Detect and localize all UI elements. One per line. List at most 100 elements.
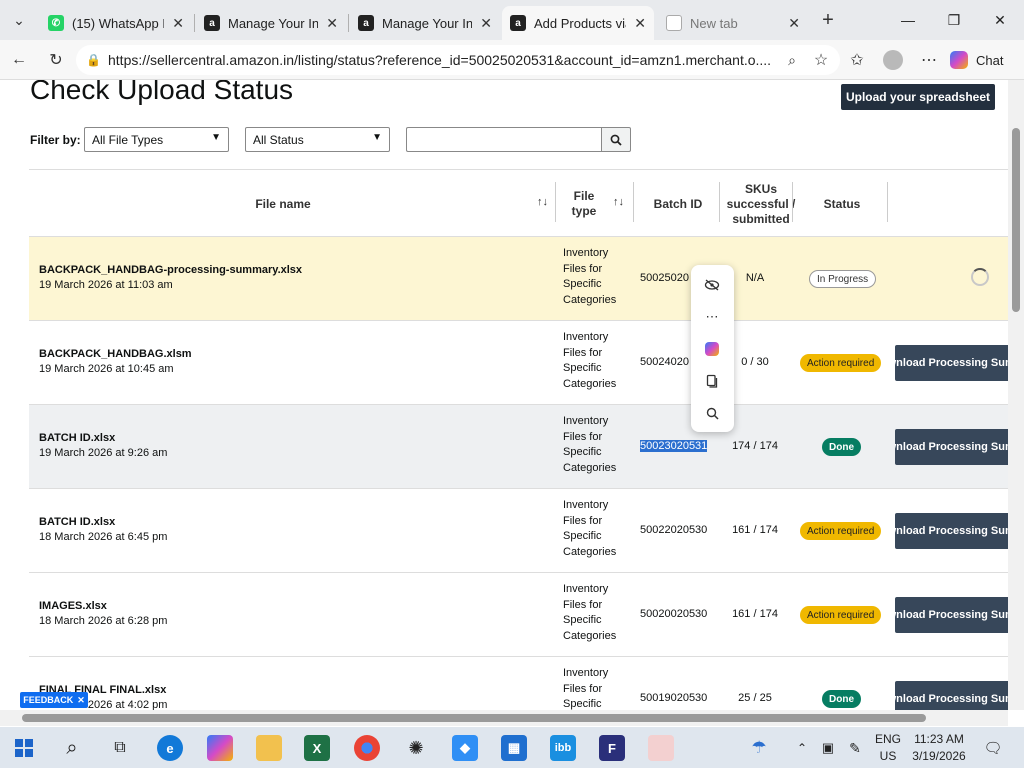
skus-count: 161 / 174 — [732, 608, 778, 620]
skus-count: N/A — [745, 272, 765, 284]
copilot-icon[interactable] — [701, 338, 723, 360]
search-icon[interactable] — [701, 402, 723, 424]
skus-count: 174 / 174 — [732, 440, 778, 452]
header-batch-id: Batch ID — [653, 196, 703, 211]
header-file-type[interactable]: File type — [561, 170, 607, 238]
url-field[interactable]: 🔒 https://sellercentral.amazon.in/listin… — [76, 45, 840, 75]
search-icon[interactable]: ⌕ — [59, 735, 85, 761]
favorite-star-icon[interactable]: ☆ — [808, 48, 834, 72]
file-type: Inventory Files for Specific Categories — [563, 583, 617, 642]
sort-icon[interactable]: ↑↓ — [537, 196, 548, 208]
refresh-icon[interactable]: ↻ — [43, 48, 69, 72]
more-menu-icon[interactable]: ⋯ — [916, 48, 942, 72]
back-icon[interactable]: ← — [6, 48, 32, 72]
skus-count: 161 / 174 — [732, 524, 778, 536]
close-icon[interactable]: ✕ — [172, 15, 184, 32]
feedback-label: FEEDBACK — [23, 695, 74, 705]
profile-avatar[interactable] — [880, 48, 906, 72]
excel-icon[interactable]: X — [304, 735, 330, 761]
tab-whatsapp[interactable]: ✆ (15) WhatsApp Bu ✕ — [40, 6, 192, 40]
amazon-icon: a — [510, 15, 526, 31]
network-icon[interactable]: ▣ — [815, 735, 841, 761]
language-indicator[interactable]: ENG US — [872, 731, 904, 765]
download-summary-button[interactable]: Download Processing Summary — [895, 513, 1008, 549]
ibb-icon[interactable]: ibb — [550, 735, 576, 761]
download-summary-button[interactable]: Download Processing Summary — [895, 345, 1008, 381]
search-input[interactable] — [406, 127, 602, 152]
status-badge: In Progress — [809, 270, 877, 288]
favorites-icon[interactable]: ✩ — [844, 48, 870, 72]
window-close-icon[interactable]: ✕ — [980, 6, 1020, 34]
tab-title: New tab — [690, 15, 738, 31]
lang-bottom: US — [879, 749, 897, 763]
chatgpt-icon[interactable]: ✺ — [403, 735, 429, 761]
download-summary-button[interactable]: Download Processing Summary — [895, 597, 1008, 633]
sort-icon[interactable]: ↑↓ — [613, 196, 624, 208]
tab-actions-icon[interactable]: ⌄ — [6, 8, 32, 32]
chevron-up-icon[interactable]: ⌃ — [789, 735, 815, 761]
file-name: BACKPACK_HANDBAG.xlsm — [39, 348, 192, 360]
batch-id: 50022020530 — [640, 524, 708, 536]
scroll-thumb[interactable] — [22, 714, 926, 722]
tab-manage-inventory-1[interactable]: a Manage Your Inve ✕ — [196, 6, 346, 40]
hide-menu-icon[interactable] — [701, 274, 723, 296]
restore-icon[interactable]: ❐ — [934, 6, 974, 34]
file-name: BATCH ID.xlsx — [39, 432, 116, 444]
pen-icon[interactable]: ✎ — [842, 735, 868, 761]
start-windows-icon[interactable] — [11, 735, 37, 761]
status-badge: Action required — [800, 522, 882, 540]
horizontal-scrollbar[interactable] — [0, 710, 1008, 726]
new-tab-button[interactable]: + — [815, 8, 841, 32]
copilot-app-icon[interactable] — [207, 735, 233, 761]
file-date: 19 March 2026 at 11:03 am — [39, 279, 173, 291]
feedback-button[interactable]: FEEDBACK ✕ — [20, 692, 88, 708]
app-icon[interactable]: ◆ — [452, 735, 478, 761]
file-name: IMAGES.xlsx — [39, 600, 107, 612]
copy-icon[interactable] — [701, 370, 723, 392]
download-summary-button[interactable]: Download Processing Summary — [895, 681, 1008, 710]
task-view-icon[interactable]: ⧉ — [107, 735, 133, 761]
file-date: 19 March 2026 at 10:45 am — [39, 363, 174, 375]
search-button[interactable] — [601, 127, 631, 152]
tab-new-tab[interactable]: New tab ✕ — [658, 6, 808, 40]
table-row: BACKPACK_HANDBAG.xlsm 19 March 2026 at 1… — [29, 321, 1008, 405]
app-icon[interactable] — [648, 735, 674, 761]
app-icon[interactable]: ▦ — [501, 735, 527, 761]
scroll-thumb[interactable] — [1012, 128, 1020, 312]
tab-manage-inventory-2[interactable]: a Manage Your Inve ✕ — [350, 6, 500, 40]
file-name: BATCH ID.xlsx — [39, 516, 116, 528]
app-icon[interactable]: F — [599, 735, 625, 761]
vertical-scrollbar[interactable] — [1008, 80, 1024, 710]
amazon-icon: a — [204, 15, 220, 31]
close-icon[interactable]: ✕ — [77, 695, 85, 706]
close-icon[interactable]: ✕ — [634, 15, 646, 32]
upload-spreadsheet-button[interactable]: Upload your spreadsheet — [841, 84, 995, 110]
status-select[interactable]: All Status ▼ — [245, 127, 390, 152]
windows-taskbar: ⌕ ⧉ e X ✺ ◆ ▦ ibb F ☂ ⌃ ▣ ✎ ENG US 11:23… — [0, 727, 1024, 768]
browser-address-bar: ← ↻ 🔒 https://sellercentral.amazon.in/li… — [0, 40, 1024, 80]
batch-id-selected[interactable]: 50023020531 — [640, 440, 708, 452]
file-explorer-icon[interactable] — [256, 735, 282, 761]
header-file-name[interactable]: File name — [29, 170, 537, 238]
download-summary-button[interactable]: Download Processing Summary — [895, 429, 1008, 465]
tab-add-products[interactable]: a Add Products via ✕ — [502, 6, 654, 40]
file-type-select[interactable]: All File Types ▼ — [84, 127, 229, 152]
chrome-icon[interactable] — [354, 735, 380, 761]
close-icon[interactable]: ✕ — [480, 15, 492, 32]
more-options-icon[interactable]: ⋯ — [701, 306, 723, 328]
weather-icon[interactable]: ☂ — [746, 735, 772, 761]
close-icon[interactable]: ✕ — [326, 15, 338, 32]
table-row: BACKPACK_HANDBAG-processing-summary.xlsx… — [29, 237, 1008, 321]
zoom-icon[interactable]: ⌕ — [779, 48, 805, 72]
copilot-chat-button[interactable]: Chat — [950, 46, 1003, 74]
batch-id: 50024020 — [640, 356, 689, 368]
edge-browser-icon[interactable]: e — [157, 735, 183, 761]
tab-title: (15) WhatsApp Bu — [72, 15, 164, 31]
tab-title: Manage Your Inve — [382, 15, 473, 31]
clock[interactable]: 11:23 AM 3/19/2026 — [906, 731, 972, 765]
file-type: Inventory Files for Specific Categories — [563, 667, 609, 710]
close-icon[interactable]: ✕ — [788, 15, 800, 32]
minimize-icon[interactable]: — — [888, 6, 928, 34]
file-type: Inventory Files for Specific Categories — [563, 415, 617, 474]
notifications-icon[interactable]: 🗨 — [980, 735, 1006, 761]
